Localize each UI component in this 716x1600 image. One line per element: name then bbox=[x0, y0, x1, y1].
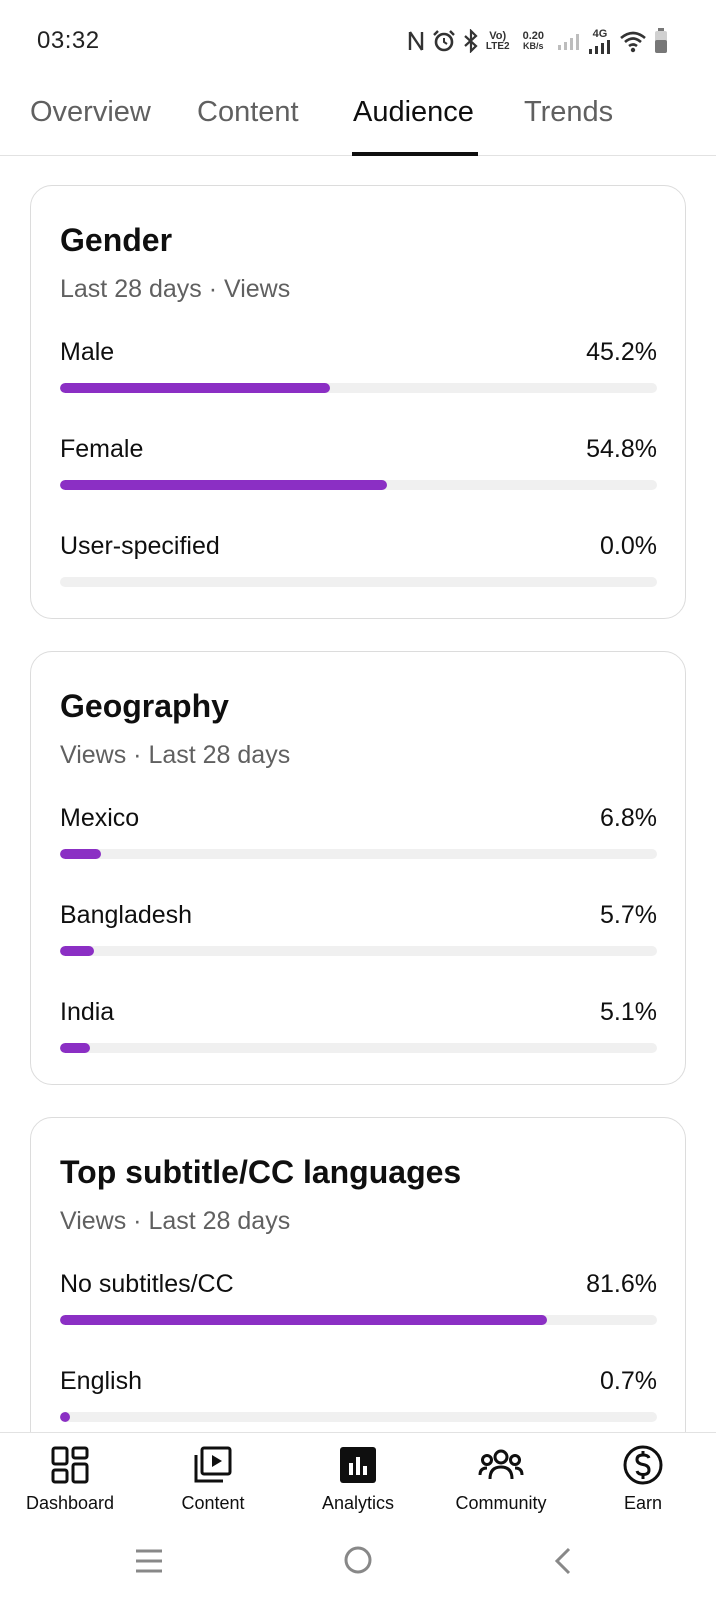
nav-label: Community bbox=[455, 1493, 547, 1513]
content-icon bbox=[193, 1443, 233, 1487]
row-value: 5.1% bbox=[600, 998, 657, 1026]
signal-icon bbox=[557, 32, 581, 50]
row-value: 81.6% bbox=[586, 1270, 657, 1298]
earn-icon bbox=[622, 1443, 664, 1487]
status-bar: 03:32 Vo) LTE2 0.20 KB/s 4G bbox=[0, 0, 716, 80]
progress-fill bbox=[60, 1315, 548, 1325]
row-value: 5.7% bbox=[600, 901, 657, 929]
nav-content[interactable]: Content bbox=[143, 1443, 283, 1514]
recents-icon[interactable] bbox=[134, 1548, 164, 1579]
progress-fill bbox=[60, 946, 95, 956]
row-label: User-specified bbox=[60, 532, 220, 560]
progress-track bbox=[60, 1315, 657, 1325]
row-label: No subtitles/CC bbox=[60, 1270, 234, 1298]
network-speed: 0.20 KB/s bbox=[522, 30, 544, 51]
nav-earn[interactable]: Earn bbox=[573, 1443, 713, 1514]
row-value: 0.0% bbox=[600, 532, 657, 560]
battery-icon bbox=[654, 28, 668, 54]
signal-4g-icon: 4G bbox=[588, 28, 612, 54]
status-time: 03:32 bbox=[37, 27, 100, 54]
nav-label: Analytics bbox=[321, 1493, 395, 1513]
row-label: India bbox=[60, 998, 115, 1026]
tab-overview[interactable]: Overview bbox=[30, 96, 151, 156]
card-title: Gender bbox=[60, 222, 173, 258]
back-icon[interactable] bbox=[553, 1546, 573, 1581]
home-icon[interactable] bbox=[342, 1544, 374, 1581]
row-value: 45.2% bbox=[586, 338, 657, 366]
status-icons: Vo) LTE2 0.20 KB/s 4G bbox=[407, 24, 668, 58]
row-value: 0.7% bbox=[600, 1367, 657, 1395]
nav-community[interactable]: Community bbox=[431, 1443, 571, 1514]
progress-fill bbox=[60, 1412, 70, 1422]
progress-fill bbox=[60, 480, 388, 490]
progress-fill bbox=[60, 1043, 91, 1053]
card-subtitle: Views · Last 28 days bbox=[60, 741, 291, 769]
progress-track bbox=[60, 480, 657, 490]
card-title: Geography bbox=[60, 688, 229, 724]
nav-dashboard[interactable]: Dashboard bbox=[0, 1443, 140, 1514]
row-value: 54.8% bbox=[586, 435, 657, 463]
nav-label: Dashboard bbox=[25, 1493, 115, 1513]
bottom-navigation: Dashboard Content Analytics Community Ea… bbox=[0, 1432, 716, 1522]
tab-trends[interactable]: Trends bbox=[524, 96, 613, 156]
row-label: Mexico bbox=[60, 804, 140, 832]
alarm-icon bbox=[432, 29, 456, 53]
volte-icon: Vo) LTE2 bbox=[485, 29, 510, 52]
bluetooth-icon bbox=[463, 29, 479, 53]
progress-track bbox=[60, 849, 657, 859]
row-label: Male bbox=[60, 338, 115, 366]
row-label: Female bbox=[60, 435, 144, 463]
tab-audience[interactable]: Audience bbox=[353, 96, 474, 156]
progress-track bbox=[60, 1412, 657, 1422]
progress-track bbox=[60, 383, 657, 393]
row-label: Bangladesh bbox=[60, 901, 193, 929]
nav-analytics[interactable]: Analytics bbox=[288, 1443, 428, 1514]
dashboard-icon bbox=[50, 1443, 90, 1487]
row-label: English bbox=[60, 1367, 142, 1395]
system-navigation-bar bbox=[0, 1522, 716, 1600]
tab-content[interactable]: Content bbox=[197, 96, 299, 156]
row-value: 6.8% bbox=[600, 804, 657, 832]
wifi-icon bbox=[619, 29, 647, 53]
tab-bar: Overview Content Audience Trends bbox=[0, 80, 716, 156]
progress-fill bbox=[60, 383, 330, 393]
card-subtitle: Last 28 days · Views bbox=[60, 275, 291, 303]
progress-track bbox=[60, 946, 657, 956]
geography-card[interactable]: Geography Views · Last 28 days Mexico 6.… bbox=[30, 651, 686, 1085]
analytics-icon bbox=[338, 1443, 378, 1487]
nav-label: Content bbox=[181, 1493, 245, 1513]
gender-card[interactable]: Gender Last 28 days · Views Male 45.2% F… bbox=[30, 185, 686, 619]
community-icon bbox=[478, 1443, 524, 1487]
active-tab-indicator bbox=[352, 152, 478, 156]
nfc-icon bbox=[407, 29, 425, 53]
card-title: Top subtitle/CC languages bbox=[60, 1154, 462, 1190]
card-subtitle: Views · Last 28 days bbox=[60, 1207, 291, 1235]
progress-track bbox=[60, 577, 657, 587]
nav-label: Earn bbox=[623, 1493, 663, 1513]
progress-track bbox=[60, 1043, 657, 1053]
progress-fill bbox=[60, 849, 101, 859]
